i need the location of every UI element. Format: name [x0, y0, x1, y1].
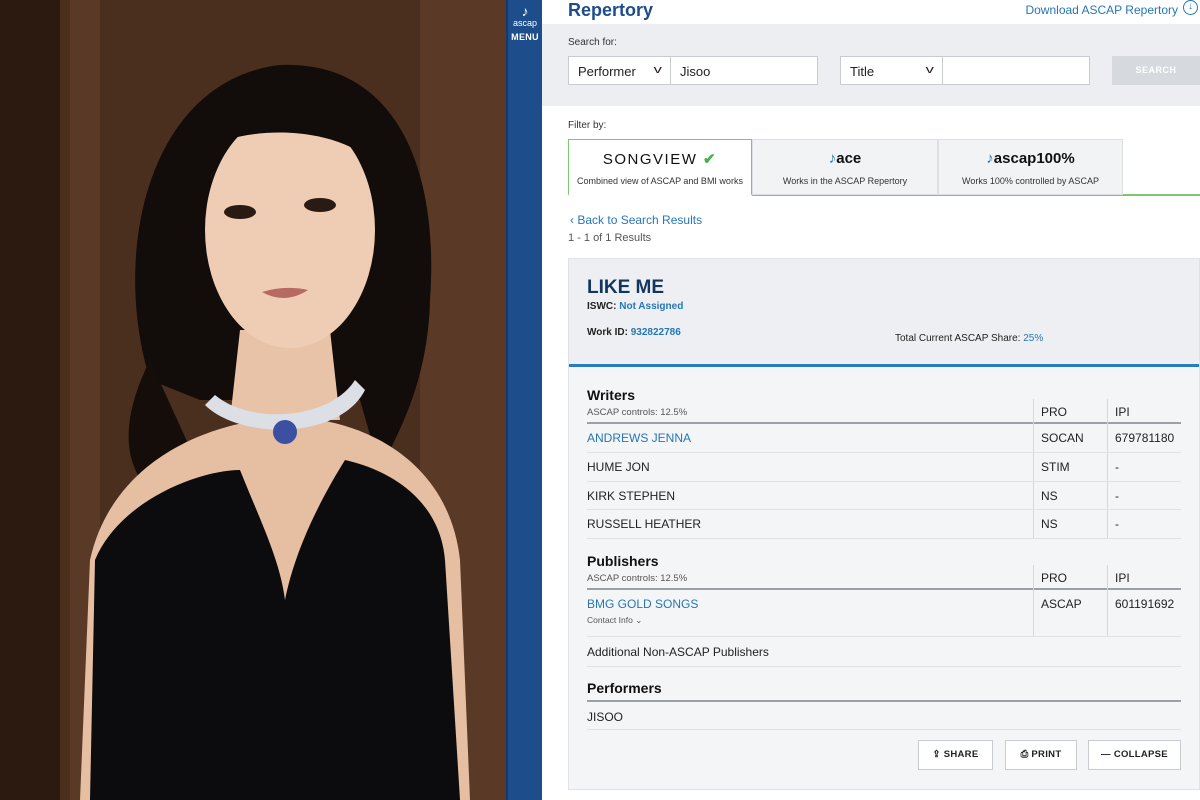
logo-text: ascap: [512, 18, 538, 28]
table-row: ANDREWS JENNA SOCAN 679781180: [587, 424, 1181, 453]
search-button[interactable]: SEARCH: [1112, 56, 1200, 85]
iswc-value: Not Assigned: [619, 301, 684, 312]
tab-songview-name: SONGVIEW: [602, 151, 698, 168]
publisher-pro: ASCAP: [1041, 597, 1082, 611]
writer-pro: SOCAN: [1041, 431, 1084, 445]
search-label: Search for:: [568, 37, 617, 48]
writers-col-pro: PRO: [1041, 405, 1068, 419]
writer-pro: NS: [1041, 489, 1058, 503]
table-row: BMG GOLD SONGS Contact Info ⌄ ASCAP 6011…: [587, 590, 1181, 637]
writers-col-ipi: IPI: [1115, 405, 1130, 419]
writer-pro: STIM: [1041, 460, 1070, 474]
search-type-1-value: Performer: [578, 64, 636, 79]
search-type-2-value: Title: [850, 64, 875, 79]
performers-title: Performers: [587, 680, 662, 696]
download-icon[interactable]: ↓: [1183, 0, 1198, 15]
share-label: SHARE: [943, 749, 979, 760]
search-type-select-1[interactable]: Performer v: [568, 56, 671, 85]
table-row: JISOO: [587, 702, 1181, 730]
search-panel: Search for: Performer v Jisoo Title v SE…: [542, 24, 1200, 106]
performer-name: JISOO: [587, 710, 624, 724]
table-row: RUSSELL HEATHER NS -: [587, 510, 1181, 539]
repertory-main: Repertory Download ASCAP Repertory ↓ Sea…: [542, 0, 1200, 800]
work-id-label: Work ID:: [587, 327, 628, 338]
chevron-down-icon: ⌄: [635, 615, 643, 625]
publishers-title: Publishers: [587, 553, 659, 569]
writer-ipi: -: [1115, 460, 1119, 474]
publishers-col-ipi: IPI: [1115, 571, 1130, 585]
search-type-select-2[interactable]: Title v: [840, 56, 943, 85]
tab-songview[interactable]: SONGVIEW ✔ Combined view of ASCAP and BM…: [568, 139, 752, 196]
ascap-share: Total Current ASCAP Share: 25%: [895, 333, 1043, 344]
writer-ipi: 679781180: [1115, 431, 1175, 445]
publishers-controls: ASCAP controls: 12.5%: [587, 573, 688, 584]
print-button[interactable]: ⎙ PRINT: [1005, 740, 1077, 770]
writer-ipi: -: [1115, 489, 1119, 503]
share-value: 25%: [1023, 333, 1044, 344]
publisher-ipi: 601191692: [1115, 597, 1175, 611]
writer-name: KIRK STEPHEN: [587, 489, 676, 503]
page: ♪ ascap MENU Repertory Download ASCAP Re…: [0, 0, 1200, 800]
work-card-header: LIKE ME ISWC: Not Assigned Work ID: 9328…: [569, 259, 1199, 367]
publisher-name-link[interactable]: BMG GOLD SONGS: [587, 597, 698, 611]
results-count: 1 - 1 of 1 Results: [568, 232, 652, 244]
writer-ipi: -: [1115, 517, 1119, 531]
portrait-photo: [0, 0, 506, 800]
writer-name: HUME JON: [587, 460, 650, 474]
table-row: Additional Non-ASCAP Publishers: [587, 637, 1181, 667]
chevron-down-icon: v: [653, 64, 662, 76]
page-title: Repertory: [568, 0, 654, 20]
publishers-col-pro: PRO: [1041, 571, 1068, 585]
back-to-results-link[interactable]: ‹ Back to Search Results: [570, 213, 702, 227]
collapse-button[interactable]: — COLLAPSE: [1088, 740, 1181, 770]
filter-tabs: SONGVIEW ✔ Combined view of ASCAP and BM…: [568, 139, 1200, 196]
share-button[interactable]: ⇪ SHARE: [918, 740, 993, 770]
additional-publishers: Additional Non-ASCAP Publishers: [587, 645, 769, 659]
ascap-sidebar: ♪ ascap MENU: [506, 0, 542, 800]
printer-icon: ⎙: [1020, 749, 1029, 760]
ascap-logo[interactable]: ♪ ascap: [508, 4, 542, 28]
print-label: PRINT: [1031, 749, 1062, 760]
iswc: ISWC: Not Assigned: [587, 301, 683, 312]
writers-controls: ASCAP controls: 12.5%: [587, 407, 688, 418]
filter-label: Filter by:: [568, 120, 607, 131]
contact-info-toggle[interactable]: Contact Info ⌄: [587, 615, 642, 626]
work-title[interactable]: LIKE ME: [587, 277, 664, 299]
writer-pro: NS: [1041, 517, 1058, 531]
header: Repertory Download ASCAP Repertory ↓: [542, 0, 1200, 24]
download-repertory-link[interactable]: Download ASCAP Repertory: [1025, 3, 1178, 17]
tab-ascap100-desc: Works 100% controlled by ASCAP: [962, 176, 1099, 186]
table-row: KIRK STEPHEN NS -: [587, 482, 1181, 510]
tab-ascap100[interactable]: ♪ascap100% Works 100% controlled by ASCA…: [938, 139, 1123, 195]
search-input-1[interactable]: Jisoo: [670, 56, 818, 85]
tab-ace[interactable]: ♪ace Works in the ASCAP Repertory: [752, 139, 938, 195]
tab-ascap100-name: ascap100%: [993, 150, 1075, 167]
minus-icon: —: [1101, 749, 1111, 760]
search-input-1-value: Jisoo: [680, 64, 711, 79]
work-id-value: 932822786: [630, 327, 681, 338]
iswc-label: ISWC:: [587, 301, 617, 312]
collapse-label: COLLAPSE: [1113, 749, 1168, 760]
music-note-icon: ♪: [521, 3, 529, 19]
work-card: LIKE ME ISWC: Not Assigned Work ID: 9328…: [568, 258, 1200, 790]
share-icon: ⇪: [932, 749, 941, 760]
writer-name: RUSSELL HEATHER: [587, 517, 702, 531]
writer-name-link[interactable]: ANDREWS JENNA: [587, 431, 691, 445]
share-label: Total Current ASCAP Share:: [895, 333, 1021, 344]
work-id: Work ID: 932822786: [587, 327, 681, 338]
checkmark-icon: ✔: [703, 151, 718, 168]
contact-info-label: Contact Info: [587, 615, 633, 625]
table-row: HUME JON STIM -: [587, 453, 1181, 482]
music-note-icon: ♪: [986, 150, 994, 167]
tab-songview-desc: Combined view of ASCAP and BMI works: [577, 176, 743, 186]
tab-ace-desc: Works in the ASCAP Repertory: [782, 176, 908, 186]
chevron-down-icon: v: [925, 64, 934, 76]
writers-title: Writers: [587, 387, 635, 403]
back-label: Back to Search Results: [577, 213, 703, 227]
menu-button[interactable]: MENU: [508, 32, 542, 42]
tab-ace-name: ace: [836, 150, 862, 167]
search-input-2[interactable]: [942, 56, 1090, 85]
